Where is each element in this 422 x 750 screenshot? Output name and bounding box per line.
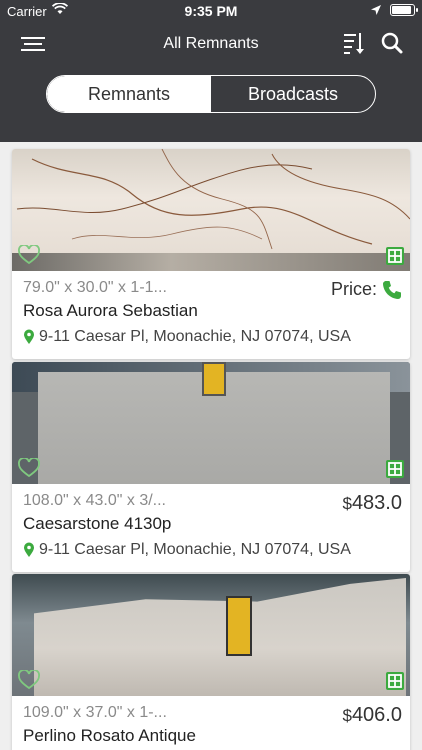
status-bar: Carrier 9:35 PM [0, 0, 422, 22]
currency-symbol: $ [342, 494, 352, 513]
currency-symbol: $ [342, 706, 352, 725]
remnant-info: 109.0" x 37.0" x 1-... $406.0 Perlino Ro… [12, 696, 410, 750]
search-icon[interactable] [380, 31, 404, 55]
price-label: Price: [330, 279, 377, 299]
remnant-info: 79.0" x 30.0" x 1-1... Price: Rosa Auror… [12, 271, 410, 359]
favorite-heart-icon[interactable] [18, 457, 40, 478]
remnant-address: 9-11 Caesar Pl, Moonachie, NJ 07074, USA [23, 328, 351, 346]
favorite-heart-icon[interactable] [18, 244, 40, 265]
remnant-photo [12, 149, 410, 271]
segmented-control: Remnants Broadcasts [46, 75, 376, 113]
sort-icon[interactable] [342, 30, 366, 56]
remnant-dimensions: 108.0" x 43.0" x 3/... [23, 492, 166, 509]
remnant-price: $406.0 [342, 704, 402, 727]
price-value: 406.0 [351, 704, 402, 726]
remnant-photo [12, 362, 410, 484]
tab-broadcasts[interactable]: Broadcasts [211, 76, 375, 112]
phone-icon[interactable] [382, 280, 402, 300]
remnant-card[interactable]: 79.0" x 30.0" x 1-1... Price: Rosa Auror… [12, 149, 410, 359]
remnant-dimensions: 79.0" x 30.0" x 1-1... [23, 279, 167, 296]
status-time: 9:35 PM [184, 3, 238, 19]
location-arrow-icon [370, 4, 382, 19]
header: Carrier 9:35 PM All Remnants Remnants Br… [0, 0, 422, 142]
battery-icon [390, 4, 418, 16]
remnant-card[interactable]: 108.0" x 43.0" x 3/... $483.0 Caesarston… [12, 362, 410, 572]
remnant-price: $483.0 [342, 492, 402, 515]
location-pin-icon [23, 542, 35, 558]
remnant-name: Perlino Rosato Antique [23, 726, 196, 745]
slab-grid-icon [386, 460, 404, 478]
slab-grid-icon [386, 672, 404, 690]
location-pin-icon [23, 329, 35, 345]
price-value: 483.0 [351, 492, 402, 514]
remnant-card[interactable]: 109.0" x 37.0" x 1-... $406.0 Perlino Ro… [12, 574, 410, 750]
price-call: Price: [331, 279, 402, 300]
remnant-photo [12, 574, 410, 696]
tab-remnants[interactable]: Remnants [47, 76, 211, 112]
address-text: 9-11 Caesar Pl, Moonachie, NJ 07074, USA [39, 328, 351, 345]
remnant-info: 108.0" x 43.0" x 3/... $483.0 Caesarston… [12, 484, 410, 572]
remnant-address: 9-11 Caesar Pl, Moonachie, NJ 07074, USA [23, 541, 351, 559]
nav-bar: All Remnants [0, 22, 422, 66]
slab-grid-icon [386, 247, 404, 265]
remnant-dimensions: 109.0" x 37.0" x 1-... [23, 704, 167, 721]
address-text: 9-11 Caesar Pl, Moonachie, NJ 07074, USA [39, 541, 351, 558]
favorite-heart-icon[interactable] [18, 669, 40, 690]
remnant-name: Rosa Aurora Sebastian [23, 301, 198, 320]
remnant-name: Caesarstone 4130p [23, 514, 172, 533]
